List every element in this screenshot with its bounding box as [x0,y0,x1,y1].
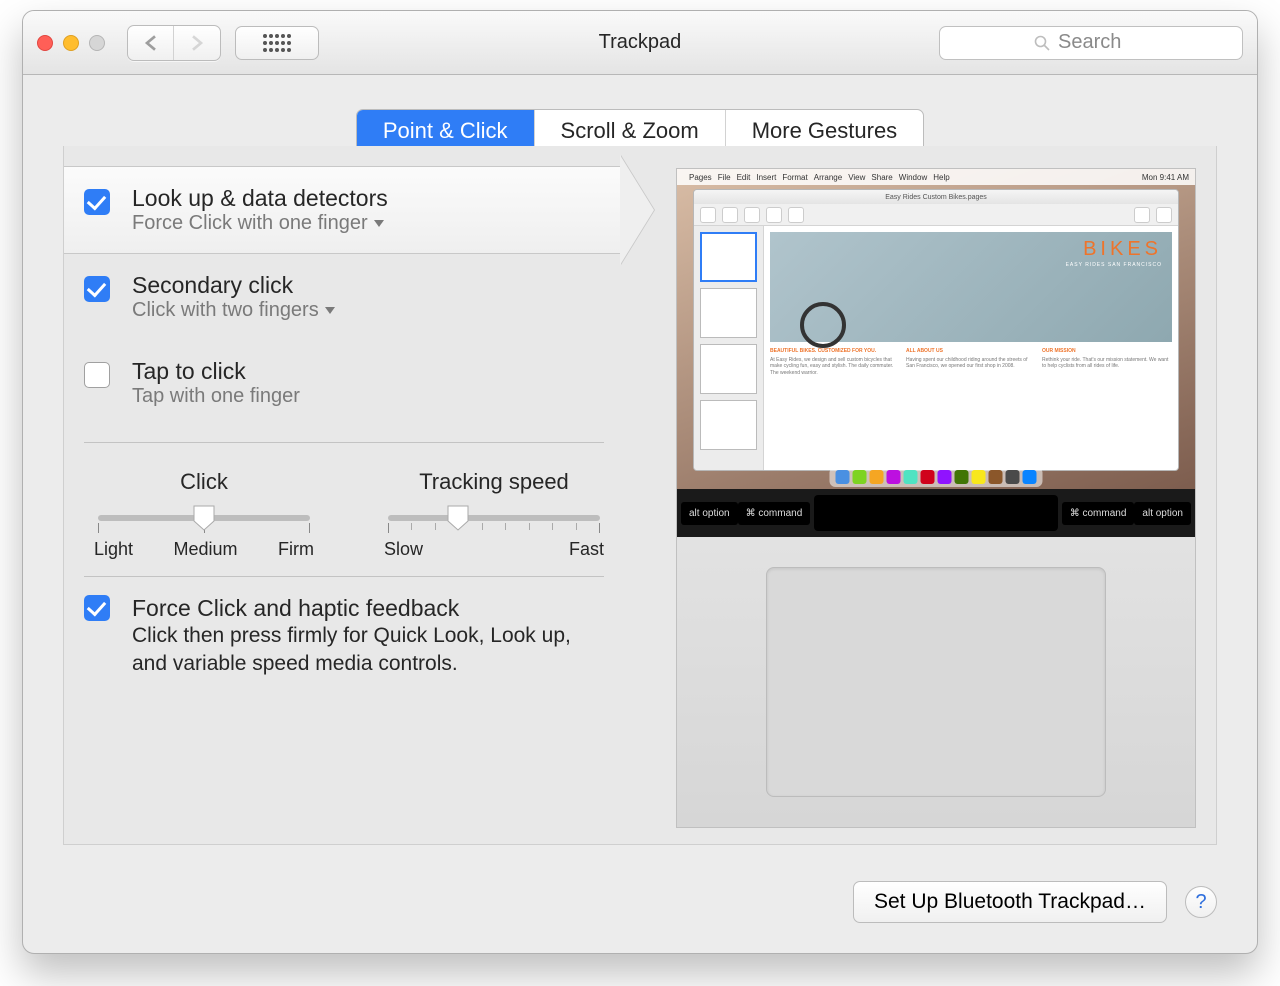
preview-doc-titlebar: Easy Rides Custom Bikes.pages [694,190,1178,204]
bottom-controls: Set Up Bluetooth Trackpad… ? [853,881,1217,923]
option-lookup[interactable]: Look up & data detectors Force Click wit… [64,166,624,254]
menu-item: Insert [756,173,776,182]
option-lookup-subselect[interactable]: Force Click with one finger [132,212,624,235]
force-click-title: Force Click and haptic feedback [132,595,604,622]
menu-item: Pages [689,173,712,182]
force-click-desc: Click then press firmly for Quick Look, … [132,622,602,679]
tracking-max-label: Fast [569,539,604,560]
chevron-down-icon [374,220,384,227]
menu-item: View [848,173,865,182]
menu-item: Window [899,173,927,182]
preview-screen: Pages File Edit Insert Format Arrange Vi… [677,169,1195,489]
click-slider-labels: Light Medium Firm [94,539,314,560]
checkbox-force-click[interactable] [84,595,110,621]
tracking-slider[interactable] [388,515,600,521]
key-alt-left: alt option [681,502,738,525]
chevron-down-icon [325,307,335,314]
sliders-row: Click Light Medium Firm [64,443,624,560]
checkbox-lookup[interactable] [84,189,110,215]
click-slider-label: Click [94,469,314,495]
preview-hero-text: BIKES [1083,238,1162,261]
menu-item: Share [871,173,892,182]
tracking-min-label: Slow [384,539,423,560]
menu-item: Arrange [814,173,842,182]
options-column: Look up & data detectors Force Click wit… [64,166,624,679]
checkbox-secondary[interactable] [84,276,110,302]
preview-trackpad [766,567,1106,797]
tracking-slider-labels: Slow Fast [384,539,604,560]
preview-trackpad-area [677,537,1195,827]
option-secondary-sub: Click with two fingers [132,299,319,322]
preview-touchbar [814,495,1057,531]
window-controls [37,35,105,51]
titlebar: Trackpad [23,11,1257,75]
col-head: BEAUTIFUL BIKES. CUSTOMIZED FOR YOU. [770,348,900,355]
click-slider[interactable] [98,515,310,521]
nav-segment [127,25,221,61]
tab-bar: Point & Click Scroll & Zoom More Gesture… [23,75,1257,153]
menu-item: Edit [737,173,751,182]
forward-button[interactable] [174,26,220,60]
key-cmd-left: ⌘ command [738,502,811,525]
show-all-button[interactable] [235,26,319,60]
preview-hero-sub: EASY RIDES SAN FRANCISCO [1066,262,1162,268]
tracking-slider-thumb[interactable] [447,505,469,531]
option-lookup-title: Look up & data detectors [132,185,624,212]
preview-pages-window: Easy Rides Custom Bikes.pages [693,189,1179,471]
click-slider-thumb[interactable] [193,505,215,531]
checkbox-tap[interactable] [84,362,110,388]
preview-document: BIKES EASY RIDES SAN FRANCISCO BEAUTIFUL… [764,226,1178,470]
settings-well: Look up & data detectors Force Click wit… [63,146,1217,845]
key-alt-right: alt option [1134,502,1191,525]
click-slider-group: Click Light Medium Firm [94,469,314,560]
preview-thumbnails [694,226,764,470]
key-cmd-right: ⌘ command [1062,502,1135,525]
option-tap-to-click[interactable]: Tap to click Tap with one finger [64,340,624,426]
preview-dock [830,467,1043,487]
menu-item: Format [782,173,807,182]
close-window-button[interactable] [37,35,53,51]
zoom-window-button[interactable] [89,35,105,51]
tracking-slider-group: Tracking speed Slow Fast [384,469,604,560]
menu-item: File [718,173,731,182]
preview-pages-toolbar [694,204,1178,226]
click-mid-label: Medium [174,539,238,560]
gesture-preview: Pages File Edit Insert Format Arrange Vi… [676,168,1196,828]
back-button[interactable] [128,26,174,60]
preview-menubar: Pages File Edit Insert Format Arrange Vi… [677,169,1195,185]
click-max-label: Firm [278,539,314,560]
minimize-window-button[interactable] [63,35,79,51]
option-lookup-sub: Force Click with one finger [132,212,368,235]
menubar-clock: Mon 9:41 AM [1142,173,1189,182]
search-field[interactable] [939,26,1243,60]
menu-item: Help [933,173,949,182]
preferences-window: Trackpad Point & Click Scroll & Zoom Mor… [22,10,1258,954]
col-head: ALL ABOUT US [906,348,1036,355]
option-force-click[interactable]: Force Click and haptic feedback Click th… [64,577,624,679]
option-tap-sub: Tap with one finger [132,385,624,408]
option-secondary-title: Secondary click [132,272,624,299]
search-input[interactable] [1058,31,1148,54]
search-icon [1034,35,1050,51]
col-head: OUR MISSION [1042,348,1172,355]
option-tap-title: Tap to click [132,358,624,385]
grid-icon [262,33,292,53]
tracking-slider-label: Tracking speed [384,469,604,495]
click-min-label: Light [94,539,133,560]
option-secondary-click[interactable]: Secondary click Click with two fingers [64,254,624,340]
preview-keyboard-row: alt option ⌘ command ⌘ command alt optio… [677,489,1195,537]
help-button[interactable]: ? [1185,886,1217,918]
setup-bluetooth-button[interactable]: Set Up Bluetooth Trackpad… [853,881,1167,923]
option-secondary-subselect[interactable]: Click with two fingers [132,299,624,322]
